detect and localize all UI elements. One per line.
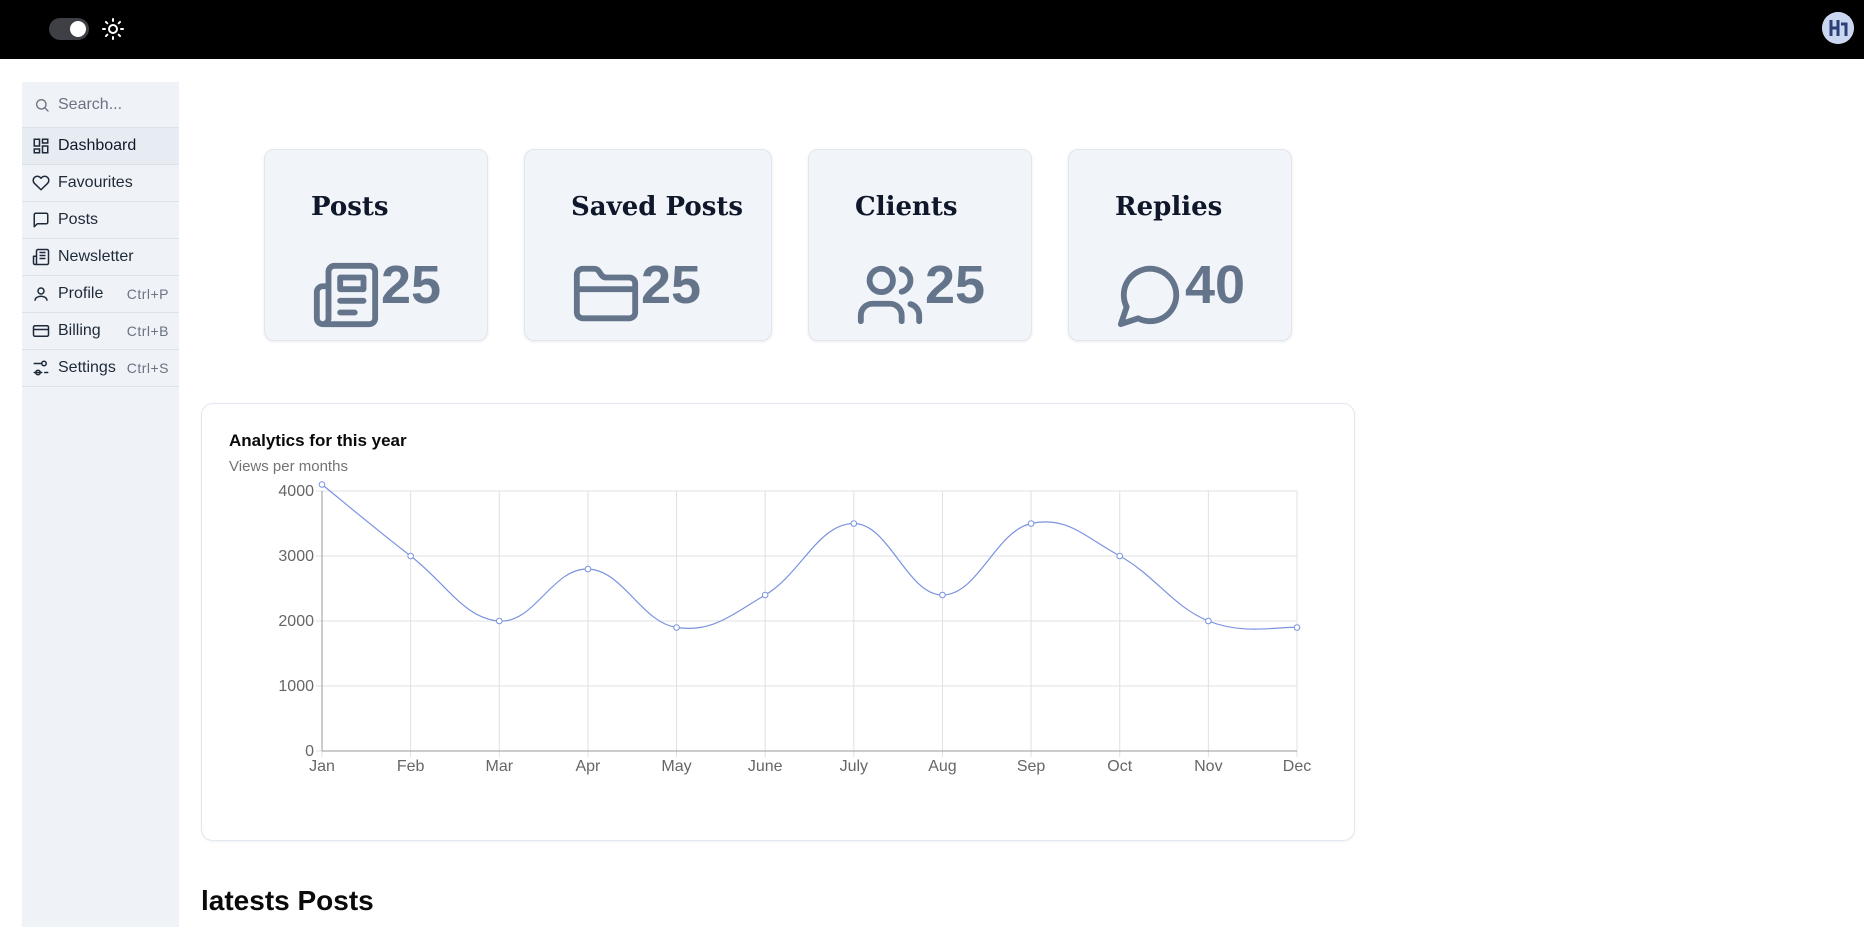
newspaper-icon [32,248,50,266]
sidebar-item-dashboard[interactable]: Dashboard [22,128,179,165]
stat-value: 25 [925,255,986,315]
sidebar-item-label: Profile [58,285,104,302]
x-tick-label: Aug [928,758,956,775]
data-point [584,565,592,573]
search-icon [36,98,49,112]
sidebar-item-label: Settings [58,359,116,376]
latest-posts-heading: latests Posts [201,885,374,916]
x-tick-label: May [661,758,691,775]
shortcut-label: Ctrl+B [126,323,169,339]
data-point [850,520,858,527]
stat-card-saved-posts: Saved Posts 25 [524,149,772,341]
search-input[interactable] [58,95,168,114]
data-point [673,624,680,631]
sidebar-item-label: Newsletter [58,248,134,265]
sidebar-item-label: Billing [58,322,101,339]
x-tick-label: Apr [575,758,601,775]
line-chart: 01000200030004000Jan Feb Mar Apr May June July… [278,481,1311,775]
y-tick-label: 4000 [278,483,314,500]
sidebar-item-billing[interactable]: Billing Ctrl+B [22,313,179,350]
stat-card-clients: Clients 25 [808,149,1032,341]
sidebar-item-settings[interactable]: Settings Ctrl+S [22,350,179,387]
stat-title: Saved Posts [571,192,743,222]
stat-value: 25 [641,255,702,315]
data-point [1293,624,1301,631]
newspaper-icon [311,260,381,330]
stat-title: Replies [1115,192,1223,222]
stat-value: 25 [381,255,442,315]
user-icon [32,285,50,303]
avatar[interactable] [1822,12,1854,44]
sidebar-item-label: Dashboard [58,137,137,154]
message-circle-icon [1115,260,1185,330]
data-point [761,591,769,599]
data-point [1205,617,1212,625]
theme-toggle[interactable] [49,18,89,40]
stat-card-posts: Posts 25 [264,149,488,341]
data-point [1027,520,1035,527]
message-icon [32,211,50,229]
sidebar-item-label: Favourites [58,174,133,191]
x-tick-label: June [748,758,783,775]
data-point [407,552,414,560]
y-tick-label: 3000 [278,548,314,565]
sidebar: Dashboard Favourites Posts Newsletter Pr… [22,82,179,927]
x-tick-label: Feb [397,758,425,775]
dashboard-icon [32,137,50,155]
x-tick-label: Jan [309,758,335,775]
sidebar-item-favourites[interactable]: Favourites [22,165,179,202]
data-point [318,481,326,488]
search-bar [22,82,179,128]
shortcut-label: Ctrl+S [126,360,169,376]
x-tick-label: Sep [1017,758,1046,775]
folder-icon [571,260,641,330]
data-point [939,591,946,599]
data-point [495,617,503,625]
settings-icon [32,359,50,377]
sidebar-item-posts[interactable]: Posts [22,202,179,239]
top-bar [0,0,1864,59]
analytics-panel: Analytics for this year Views per months… [201,403,1355,841]
users-icon [855,260,925,330]
sun-icon[interactable] [101,17,125,41]
data-point [1116,552,1124,560]
stat-value: 40 [1185,255,1246,315]
series-line [321,484,1298,630]
x-tick-label: Nov [1194,758,1222,775]
y-tick-label: 1000 [278,678,314,695]
stat-title: Posts [311,192,389,222]
x-tick-label: Oct [1107,758,1132,775]
heart-icon [32,174,50,192]
shortcut-label: Ctrl+P [126,286,169,302]
toggle-knob [70,21,86,37]
sidebar-item-profile[interactable]: Profile Ctrl+P [22,276,179,313]
x-tick-label: Dec [1283,758,1311,775]
stat-title: Clients [855,192,958,222]
sidebar-item-newsletter[interactable]: Newsletter [22,239,179,276]
credit-card-icon [32,322,50,340]
y-tick-label: 2000 [278,613,314,630]
x-tick-label: July [840,758,868,775]
sidebar-item-label: Posts [58,211,99,228]
x-tick-label: Mar [485,758,513,775]
stat-card-replies: Replies 40 [1068,149,1292,341]
